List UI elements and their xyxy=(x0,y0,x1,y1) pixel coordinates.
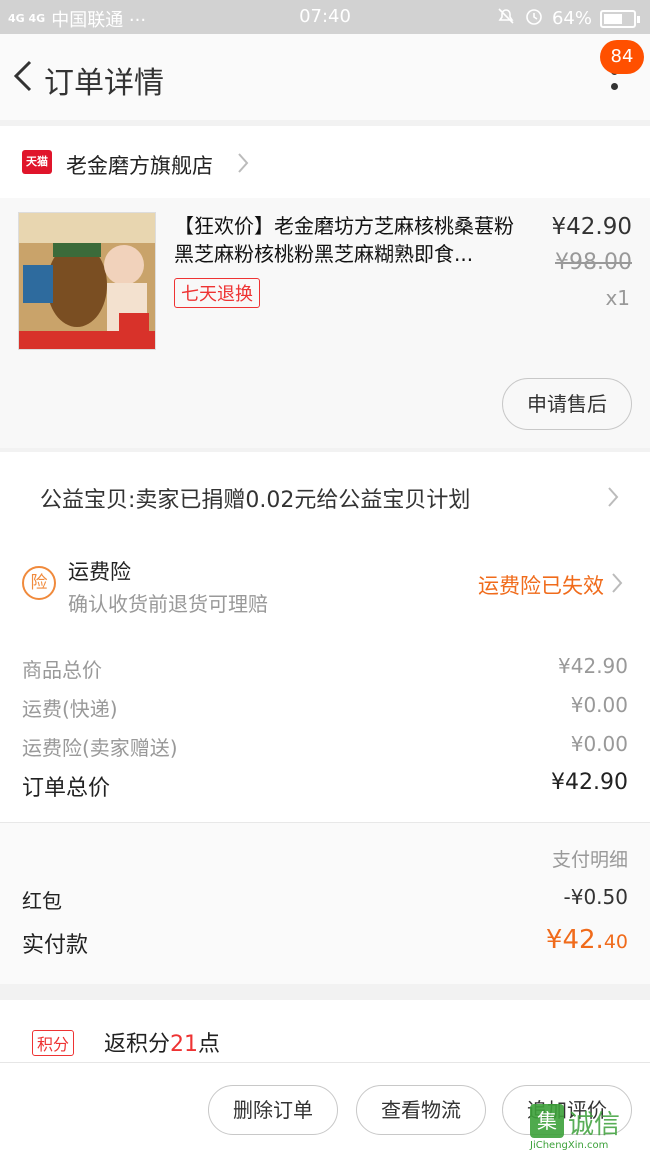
original-price: ¥98.00 xyxy=(555,250,632,275)
insurance-status: 运费险已失效 xyxy=(478,574,604,598)
order-total-label: 订单总价 xyxy=(22,776,111,801)
shipping-row: 运费(快递) ¥0.00 xyxy=(22,693,628,722)
view-logistics-button[interactable]: 查看物流 xyxy=(356,1085,486,1135)
nav-header: 订单详情 84 xyxy=(0,34,650,120)
shipping-value: ¥0.00 xyxy=(570,693,628,717)
after-sale-button[interactable]: 申请售后 xyxy=(502,378,632,430)
product-quantity: x1 xyxy=(605,286,630,310)
redpacket-value: -¥0.50 xyxy=(563,885,628,909)
price-summary: 商品总价 ¥42.90 运费(快递) ¥0.00 运费险(卖家赠送) ¥0.00… xyxy=(0,630,650,822)
goods-total-label: 商品总价 xyxy=(22,658,102,682)
goods-total-row: 商品总价 ¥42.90 xyxy=(22,654,628,683)
shop-row[interactable]: 天猫 老金磨方旗舰店 xyxy=(0,126,650,198)
paid-amount: ¥42.40 xyxy=(546,925,628,955)
paid-amount-main: ¥42. xyxy=(545,925,604,955)
watermark-url: JiChengXin.com xyxy=(530,1140,609,1151)
watermark: 集 诚信 JiChengXin.com xyxy=(530,1104,644,1152)
battery-percent: 64% xyxy=(551,8,592,29)
delete-order-button[interactable]: 删除订单 xyxy=(208,1085,338,1135)
alarm-icon xyxy=(524,6,544,31)
battery-icon xyxy=(600,9,640,28)
order-total-row: 订单总价 ¥42.90 xyxy=(22,770,628,802)
redpacket-row: 红包 -¥0.50 xyxy=(22,885,628,914)
shipping-label: 运费(快递) xyxy=(22,697,118,721)
paid-row: 实付款 ¥42.40 xyxy=(22,925,628,959)
points-number: 21 xyxy=(170,1032,199,1057)
product-title[interactable]: 【狂欢价】老金磨坊方芝麻核桃桑葚粉黑芝麻粉核桃粉黑芝麻糊熟即食... xyxy=(174,212,524,268)
shipping-insurance-row[interactable]: 险 运费险 确认收货前退货可理赔 运费险已失效 xyxy=(0,544,650,630)
watermark-text: 诚信 xyxy=(568,1110,621,1140)
insurance-fee-value: ¥0.00 xyxy=(570,732,628,756)
product-thumbnail[interactable] xyxy=(18,212,156,350)
payment-detail-label: 支付明细 xyxy=(551,849,628,871)
points-prefix: 返积分 xyxy=(104,1032,171,1057)
chevron-right-icon xyxy=(606,486,620,512)
product-item: 【狂欢价】老金磨坊方芝麻核桃桑葚粉黑芝麻粉核桃粉黑芝麻糊熟即食... 七天退换 … xyxy=(0,198,650,448)
points-suffix: 点 xyxy=(198,1032,221,1057)
mute-icon xyxy=(496,6,516,31)
points-text: 返积分21点 xyxy=(104,1026,220,1058)
points-row: 积分 返积分21点 xyxy=(0,1000,650,1062)
insurance-fee-row: 运费险(卖家赠送) ¥0.00 xyxy=(22,732,628,761)
order-total-value: ¥42.90 xyxy=(551,770,628,795)
page-title: 订单详情 xyxy=(44,66,164,101)
watermark-logo-icon: 集 xyxy=(530,1104,564,1138)
return-policy-tag: 七天退换 xyxy=(174,278,260,308)
status-bar: 4G 4G 中国联通 ··· 07:40 64% xyxy=(0,0,650,34)
payment-detail: 支付明细 红包 -¥0.50 实付款 ¥42.40 xyxy=(0,822,650,984)
points-tag: 积分 xyxy=(32,1030,75,1056)
goods-total-value: ¥42.90 xyxy=(558,654,628,678)
insurance-icon: 险 xyxy=(22,566,56,600)
paid-amount-decimal: 40 xyxy=(603,931,628,953)
tmall-logo: 天猫 xyxy=(22,150,52,174)
insurance-subtitle: 确认收货前退货可理赔 xyxy=(68,592,268,616)
redpacket-label: 红包 xyxy=(22,889,62,913)
product-price: ¥42.90 xyxy=(551,214,632,240)
charity-row[interactable]: 公益宝贝:卖家已捐赠0.02元给公益宝贝计划 xyxy=(0,452,650,544)
shop-name[interactable]: 老金磨方旗舰店 xyxy=(66,150,213,180)
chevron-right-icon xyxy=(610,572,624,598)
insurance-title: 运费险 xyxy=(68,560,131,584)
insurance-fee-label: 运费险(卖家赠送) xyxy=(22,736,178,760)
paid-label: 实付款 xyxy=(22,933,89,958)
charity-text: 公益宝贝:卖家已捐赠0.02元给公益宝贝计划 xyxy=(40,488,471,513)
back-icon[interactable] xyxy=(8,56,38,96)
chevron-right-icon xyxy=(236,152,250,178)
message-badge[interactable]: 84 xyxy=(600,40,644,74)
